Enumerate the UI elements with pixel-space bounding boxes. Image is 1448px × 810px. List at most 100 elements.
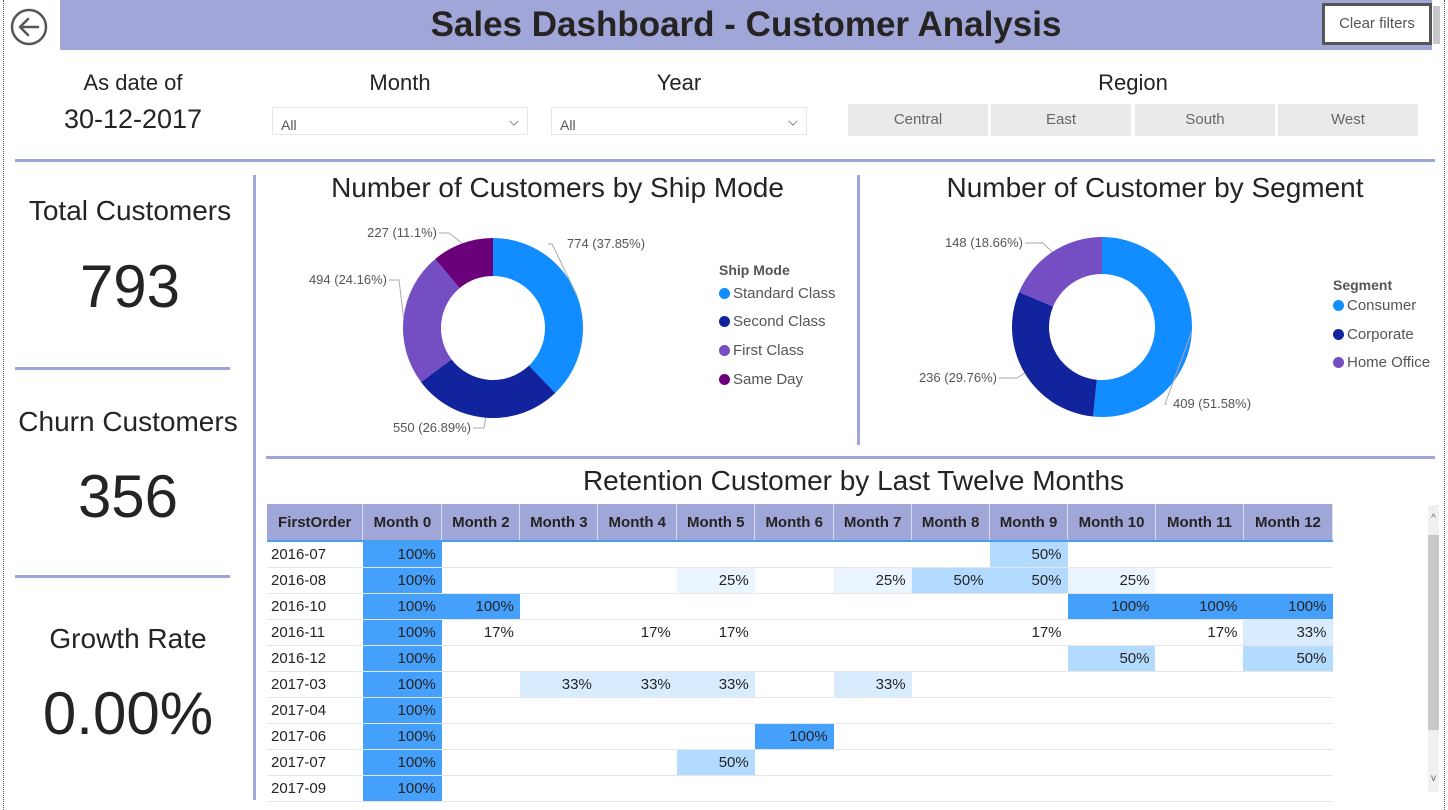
retention-cell bbox=[676, 645, 755, 672]
column-header-month-12[interactable]: Month 12 bbox=[1243, 504, 1333, 542]
retention-cell bbox=[989, 775, 1068, 802]
retention-cell bbox=[597, 697, 677, 724]
retention-cell bbox=[754, 697, 834, 724]
column-header-month-5[interactable]: Month 5 bbox=[676, 504, 756, 542]
column-header-month-11[interactable]: Month 11 bbox=[1155, 504, 1244, 542]
retention-cell bbox=[754, 645, 834, 672]
legend-item-consumer[interactable]: Consumer bbox=[1333, 295, 1430, 315]
data-label: 774 (37.85%) bbox=[567, 236, 645, 251]
back-button[interactable] bbox=[9, 7, 49, 47]
retention-cell bbox=[911, 775, 990, 802]
clear-filters-button[interactable]: Clear filters bbox=[1322, 3, 1432, 45]
column-header-firstorder[interactable]: FirstOrder bbox=[267, 504, 364, 542]
legend-item-same-day[interactable]: Same Day bbox=[719, 369, 836, 389]
scroll-down-icon[interactable]: v bbox=[1428, 772, 1439, 786]
column-header-month-2[interactable]: Month 2 bbox=[441, 504, 521, 542]
scroll-up-icon[interactable]: ^ bbox=[1428, 512, 1439, 526]
donut-slice-consumer[interactable] bbox=[1093, 237, 1192, 417]
retention-cell: 33% bbox=[1243, 619, 1333, 646]
legend-dot-icon bbox=[719, 344, 730, 356]
retention-cell: 33% bbox=[833, 671, 912, 698]
divider-kpi-2 bbox=[15, 575, 230, 578]
donut-slice-home-office[interactable] bbox=[1019, 237, 1102, 307]
column-header-month-0[interactable]: Month 0 bbox=[362, 504, 443, 542]
ship-mode-donut-chart: 774 (37.85%) 550 (26.89%) 494 (24.16%) 227 … bbox=[309, 225, 645, 435]
region-option-west[interactable]: West bbox=[1278, 104, 1418, 136]
retention-cell bbox=[1067, 697, 1156, 724]
retention-cell bbox=[1243, 567, 1333, 594]
retention-cell: 100% bbox=[362, 723, 442, 750]
retention-cell: 50% bbox=[1243, 645, 1333, 672]
retention-cell: 100% bbox=[754, 723, 834, 750]
retention-cell bbox=[1067, 671, 1156, 698]
legend-item-second-class[interactable]: Second Class bbox=[719, 311, 836, 331]
column-header-month-6[interactable]: Month 6 bbox=[754, 504, 835, 542]
region-option-central[interactable]: Central bbox=[848, 104, 988, 136]
retention-cell bbox=[441, 697, 520, 724]
legend-dot-icon bbox=[1333, 328, 1344, 340]
retention-cell bbox=[1067, 619, 1156, 646]
arrow-left-circle-icon bbox=[10, 8, 48, 46]
retention-cell bbox=[1155, 671, 1244, 698]
retention-cell: 25% bbox=[676, 567, 755, 594]
table-row: 2017-04 100% bbox=[267, 697, 1333, 724]
retention-cell bbox=[1243, 541, 1333, 568]
year-dropdown[interactable]: All bbox=[551, 107, 807, 135]
retention-cell: 50% bbox=[676, 749, 755, 776]
retention-cell: 100% bbox=[362, 775, 442, 802]
column-header-month-3[interactable]: Month 3 bbox=[519, 504, 599, 542]
retention-cell: 25% bbox=[833, 567, 912, 594]
ship-mode-legend-title: Ship Mode bbox=[719, 262, 790, 278]
legend-item-home-office[interactable]: Home Office bbox=[1333, 352, 1430, 372]
retention-cell: 100% bbox=[362, 619, 442, 646]
donut-slice-standard-class[interactable] bbox=[493, 238, 583, 394]
retention-cell bbox=[441, 749, 520, 776]
retention-cell: 17% bbox=[597, 619, 677, 646]
retention-cell bbox=[1243, 723, 1333, 750]
retention-cell bbox=[519, 645, 598, 672]
segment-legend-title: Segment bbox=[1333, 277, 1393, 293]
donut-slice-corporate[interactable] bbox=[1011, 292, 1097, 417]
retention-cell bbox=[989, 593, 1068, 620]
retention-cell bbox=[519, 619, 598, 646]
month-dropdown[interactable]: All bbox=[272, 107, 528, 135]
table-row: 2016-07 100% 50% bbox=[267, 541, 1333, 568]
retention-cell bbox=[519, 567, 598, 594]
data-label-leader-line bbox=[439, 232, 463, 244]
retention-cell bbox=[519, 593, 598, 620]
retention-cell bbox=[676, 697, 755, 724]
table-scrollbar-thumb[interactable] bbox=[1428, 535, 1439, 730]
retention-cell: 17% bbox=[441, 619, 520, 646]
retention-cell bbox=[597, 567, 677, 594]
legend-item-corporate[interactable]: Corporate bbox=[1333, 324, 1430, 344]
retention-cell bbox=[754, 567, 834, 594]
region-option-south[interactable]: South bbox=[1135, 104, 1275, 136]
retention-cell bbox=[519, 775, 598, 802]
column-header-month-9[interactable]: Month 9 bbox=[989, 504, 1069, 542]
column-header-month-4[interactable]: Month 4 bbox=[597, 504, 678, 542]
legend-item-standard-class[interactable]: Standard Class bbox=[719, 283, 836, 303]
retention-cell bbox=[911, 749, 990, 776]
legend-item-first-class[interactable]: First Class bbox=[719, 340, 836, 360]
year-dropdown-value: All bbox=[560, 117, 576, 133]
legend-dot-icon bbox=[1333, 356, 1344, 368]
retention-cell: 100% bbox=[362, 593, 442, 620]
legend-label: Same Day bbox=[733, 370, 804, 388]
retention-cell bbox=[833, 645, 912, 672]
retention-cell bbox=[833, 775, 912, 802]
retention-cell bbox=[519, 723, 598, 750]
retention-cell bbox=[519, 749, 598, 776]
page-title: Sales Dashboard - Customer Analysis bbox=[430, 5, 1062, 44]
column-header-month-7[interactable]: Month 7 bbox=[833, 504, 913, 542]
column-header-month-8[interactable]: Month 8 bbox=[911, 504, 991, 542]
retention-cell bbox=[597, 645, 677, 672]
first-order-cell: 2016-08 bbox=[267, 567, 363, 594]
retention-cell: 50% bbox=[911, 567, 990, 594]
first-order-cell: 2016-10 bbox=[267, 593, 363, 620]
total-customers-value: 793 bbox=[79, 253, 181, 320]
retention-cell bbox=[519, 697, 598, 724]
region-option-east[interactable]: East bbox=[991, 104, 1131, 136]
retention-cell bbox=[597, 593, 677, 620]
retention-cell bbox=[1243, 697, 1333, 724]
column-header-month-10[interactable]: Month 10 bbox=[1067, 504, 1156, 542]
